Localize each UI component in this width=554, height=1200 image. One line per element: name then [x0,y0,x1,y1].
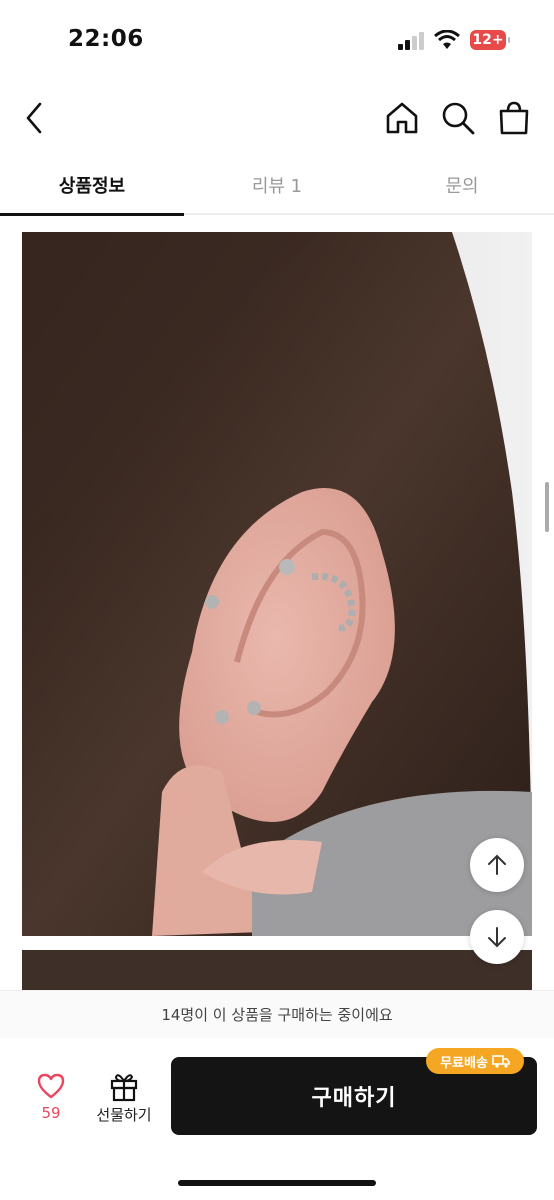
purchase-activity-banner: 14명이 이 상품을 구매하는 중이에요 [0,990,554,1039]
tab-reviews[interactable]: 리뷰 1 [185,172,369,198]
cart-button[interactable] [496,100,532,136]
gift-label: 선물하기 [96,1106,152,1124]
wifi-icon [434,29,460,50]
home-indicator[interactable] [178,1180,376,1186]
free-shipping-badge: 무료배송 [426,1048,524,1074]
home-button[interactable] [384,100,420,136]
gift-icon [110,1074,138,1102]
scrollbar[interactable] [545,482,549,532]
free-shipping-label: 무료배송 [440,1055,488,1071]
product-image [22,232,532,936]
tab-product-info[interactable]: 상품정보 [0,172,184,198]
truck-icon [492,1055,510,1068]
gift-button[interactable] [108,1070,140,1102]
like-count: 59 [41,1104,61,1122]
scroll-top-button[interactable] [470,838,524,892]
home-icon [386,102,418,134]
shopping-bag-icon [499,101,529,135]
heart-icon [37,1073,65,1099]
search-button[interactable] [440,100,476,136]
tab-inquiry[interactable]: 문의 [370,172,554,198]
like-button[interactable] [36,1072,66,1100]
cellular-signal-icon [398,32,426,50]
tab-active-indicator [0,213,184,216]
battery-indicator: 12+ [470,30,510,50]
chevron-left-icon [26,102,42,134]
status-time: 22:06 [68,26,144,52]
arrow-up-icon [488,854,506,875]
buy-label: 구매하기 [311,1086,397,1111]
arrow-down-icon [488,927,506,948]
scroll-bottom-button[interactable] [470,910,524,964]
back-button[interactable] [18,100,54,136]
search-icon [442,102,475,135]
